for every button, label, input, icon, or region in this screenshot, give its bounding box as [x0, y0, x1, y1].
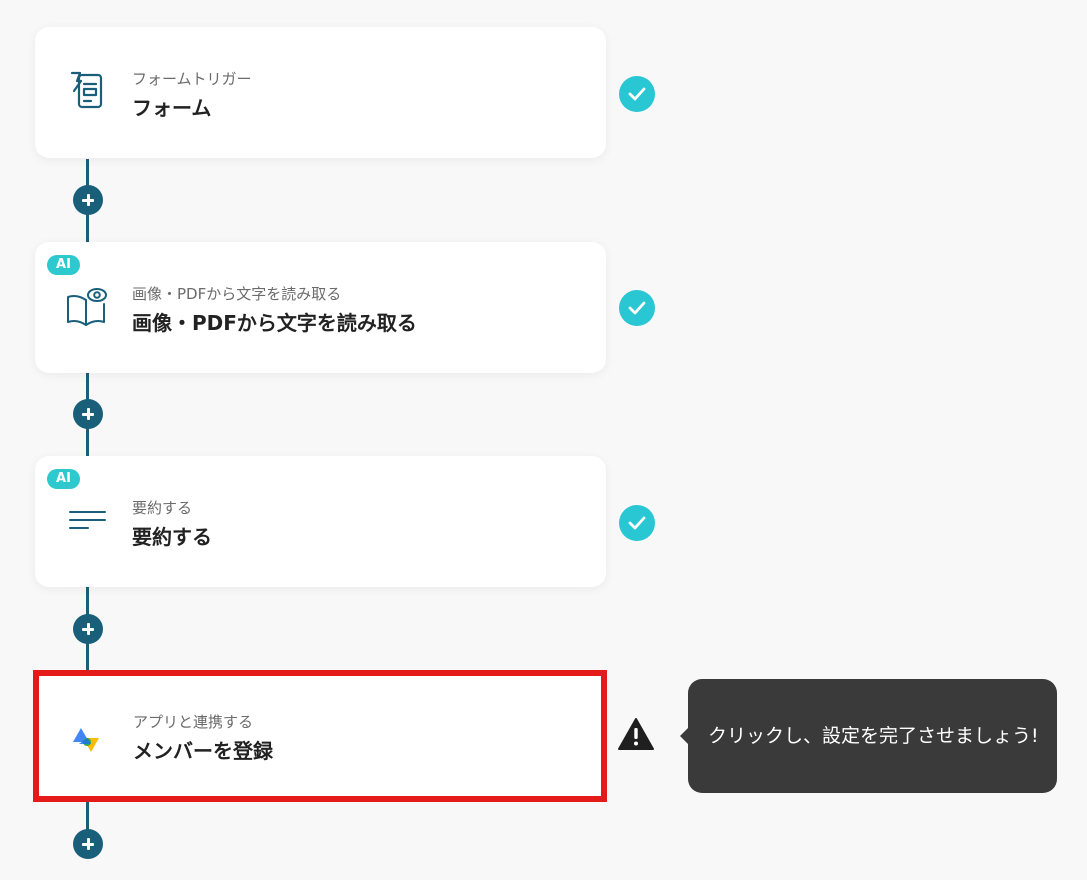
- summary-lines-icon: [65, 498, 109, 542]
- step-title: フォーム: [132, 96, 212, 120]
- step-type-label: 画像・PDFから文字を読み取る: [132, 285, 342, 303]
- ai-badge: AI: [47, 255, 80, 275]
- flow-step-card-ocr[interactable]: AI 画像・PDFから文字を読み取る 画像・PDFから文字を読み取る: [35, 242, 606, 373]
- warning-icon: [617, 716, 655, 752]
- add-step-button[interactable]: [73, 185, 103, 215]
- step-type-label: アプリと連携する: [133, 713, 254, 731]
- step-title: 要約する: [132, 525, 212, 549]
- form-icon: [65, 69, 109, 113]
- flow-step-card-form-trigger[interactable]: フォームトリガー フォーム: [35, 27, 606, 158]
- step-complete-check-icon: [619, 290, 655, 326]
- step-title: 画像・PDFから文字を読み取る: [132, 311, 417, 335]
- step-type-label: フォームトリガー: [132, 70, 252, 88]
- flow-step-card-summarize[interactable]: AI 要約する 要約する: [35, 456, 606, 587]
- ai-badge: AI: [47, 469, 80, 489]
- step-complete-check-icon: [619, 76, 655, 112]
- step-type-label: 要約する: [132, 499, 193, 517]
- google-admin-icon: [67, 716, 111, 760]
- add-step-button[interactable]: [73, 399, 103, 429]
- step-title: メンバーを登録: [133, 739, 273, 763]
- add-step-button[interactable]: [73, 614, 103, 644]
- ocr-book-icon: [65, 284, 109, 328]
- tooltip-arrow: [680, 728, 688, 744]
- step-complete-check-icon: [619, 505, 655, 541]
- flow-step-card-app-integration[interactable]: アプリと連携する メンバーを登録: [33, 670, 607, 802]
- add-step-button[interactable]: [73, 829, 103, 859]
- setup-hint-tooltip: クリックし、設定を完了させましょう!: [680, 679, 1057, 793]
- tooltip-text: クリックし、設定を完了させましょう!: [708, 725, 1039, 747]
